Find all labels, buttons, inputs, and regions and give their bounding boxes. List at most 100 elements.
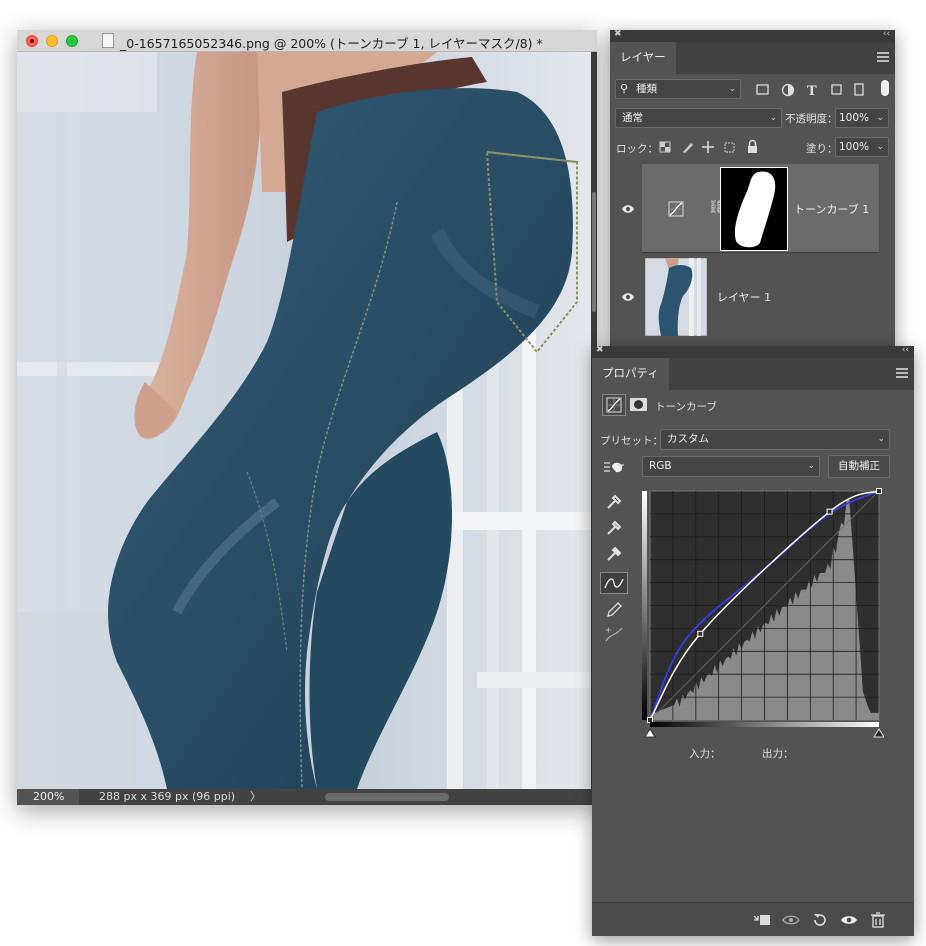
lock-icons[interactable] [658,139,768,155]
lock-image-pixels-icon [683,143,693,153]
channel-select[interactable]: RGB ⌄ [642,456,820,477]
opacity-value: 100% [839,112,870,124]
input-gradient-bar [650,722,879,727]
curve-control-point [826,508,833,515]
eyedropper-black-icon[interactable] [600,490,628,512]
chevron-down-icon: ⌄ [876,113,884,123]
curve-tool-icon [604,578,624,589]
maximize-window-button[interactable] [66,35,78,47]
shape-filter-icon [831,84,842,95]
smartobject-filter-icon [854,83,864,96]
layer-filter-select[interactable]: ⚲ 種類 ⌄ [615,79,741,99]
eyedropper-gray-icon[interactable] [600,516,628,538]
curve-control-point [876,488,882,494]
channel-value: RGB [649,460,672,472]
chevron-down-icon: ⌄ [807,461,815,471]
eye-icon[interactable] [621,202,635,216]
image-canvas[interactable] [17,52,591,789]
status-menu-arrow[interactable]: 〉 [250,789,261,805]
collapse-panel-icon[interactable]: ‹‹ [883,29,890,39]
lock-position-icon [702,141,714,153]
eye-icon[interactable] [621,290,635,304]
document-size-info: 288 px x 369 px (96 ppi) [99,790,236,803]
toggle-visibility-icon[interactable] [840,911,858,929]
document-window: _0-1657165052346.png @ 200% (トーンカーブ 1, レ… [17,30,597,805]
properties-tabstrip: プロパティ [592,358,914,390]
close-panel-icon[interactable]: ✖ [596,345,604,355]
layers-tabstrip: レイヤー [610,42,895,74]
layer-thumbnail[interactable] [645,258,707,336]
curve-control-point [647,717,653,723]
chevron-down-icon: ⌄ [769,113,777,123]
fill-value: 100% [839,141,870,153]
type-filter-icon: T [807,84,817,98]
opacity-field[interactable]: 100% ⌄ [835,108,889,128]
blend-mode-value: 通常 [622,112,643,124]
point-curve-tool[interactable] [600,572,628,594]
layer-mask-thumbnail[interactable] [720,167,788,251]
output-gradient-bar [642,491,647,720]
curves-adjustment-icon [668,201,684,217]
fill-field[interactable]: 100% ⌄ [835,137,889,157]
curves-adjustment-icon [606,397,622,413]
lock-label: ロック： [616,143,658,155]
close-window-button[interactable] [26,35,38,47]
horizontal-scroll-thumb[interactable] [325,793,449,801]
chevron-down-icon: ⌄ [877,434,885,444]
preset-value: カスタム [667,433,709,445]
targeted-adjustment-icon[interactable] [602,458,626,476]
smooth-curve-icon[interactable] [600,624,628,646]
pencil-icon[interactable] [600,598,628,620]
layer-row-pixel[interactable]: レイヤー 1 [610,252,895,340]
panel-menu-icon[interactable] [896,368,908,378]
image-filter-icon [756,84,769,95]
curves-settings-toggle[interactable] [602,394,626,416]
chevron-down-icon: ⌄ [876,142,884,152]
layer-name: レイヤー 1 [717,291,772,304]
tab-properties[interactable]: プロパティ [592,358,669,390]
close-panel-icon[interactable]: ✖ [614,29,622,39]
layers-panel: ✖ ‹‹ レイヤー ⚲ 種類 ⌄ T 通常 ⌄ 不透明度： 100% ⌄ ロック… [610,29,895,348]
properties-panel-topbar: ✖ ‹‹ [592,345,914,358]
fill-label: 塗り： [806,143,838,155]
properties-header-label: トーンカーブ [655,401,717,413]
tab-layers[interactable]: レイヤー [610,42,676,74]
collapse-panel-icon[interactable]: ‹‹ [902,345,909,355]
output-label: 出力： [762,748,794,760]
zoom-level-field[interactable]: 200% [17,789,79,805]
filter-icons: T [756,83,864,98]
curves-graph[interactable] [642,486,884,741]
preset-select[interactable]: カスタム ⌄ [660,429,890,450]
input-label: 入力： [689,748,721,760]
chevron-down-icon: ⌄ [728,84,736,94]
minimize-window-button[interactable] [46,35,58,47]
eyedropper-white-icon[interactable] [600,542,628,564]
clip-to-layer-icon[interactable] [753,911,771,929]
lock-transparent-pixels-icon [659,141,671,153]
document-title: _0-1657165052346.png @ 200% (トーンカーブ 1, レ… [120,36,543,51]
search-icon: ⚲ [620,82,629,95]
panel-menu-icon[interactable] [877,52,889,62]
filter-toggle-switch[interactable] [881,80,889,96]
layer-name: トーンカーブ 1 [794,203,870,216]
file-icon [102,33,114,48]
white-point-slider [873,728,884,738]
document-status-bar: 200% 288 px x 369 px (96 ppi) 〉 [17,789,597,805]
document-titlebar: _0-1657165052346.png @ 200% (トーンカーブ 1, レ… [17,30,597,52]
properties-panel: ✖ ‹‹ プロパティ トーンカーブ プリセット： カスタム ⌄ RGB ⌄ 自動… [592,345,914,936]
layers-panel-topbar: ✖ ‹‹ [610,29,895,42]
lock-all-icon [748,139,757,153]
blend-mode-select[interactable]: 通常 ⌄ [615,108,782,128]
layer-row-curves[interactable]: ⛓ トーンカーブ 1 [610,164,895,252]
filter-kind-label: 種類 [636,83,657,95]
mask-settings-icon[interactable] [630,398,647,411]
preset-label: プリセット： [600,435,663,447]
reset-icon[interactable] [811,911,829,929]
properties-footer [592,902,914,936]
black-point-slider [644,728,656,738]
auto-button[interactable]: 自動補正 [828,455,890,478]
vertical-scroll-thumb[interactable] [592,192,596,312]
opacity-label: 不透明度： [785,113,838,125]
view-previous-state-icon[interactable] [782,911,800,929]
trash-icon[interactable] [869,911,887,929]
